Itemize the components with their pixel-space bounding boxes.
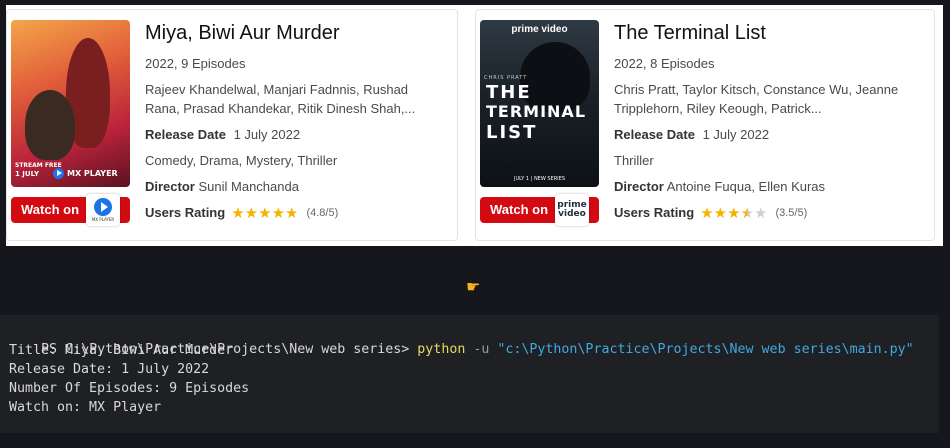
- director-label: Director: [145, 179, 195, 194]
- poster-tag-2: 1 JULY: [15, 170, 40, 178]
- series-info: Miya, Biwi Aur Murder 2022, 9 Episodes R…: [145, 20, 445, 223]
- series-genres: Thriller: [614, 153, 654, 168]
- series-genres: Comedy, Drama, Mystery, Thriller: [145, 153, 338, 168]
- mx-player-logo[interactable]: MX PLAYER: [86, 194, 120, 226]
- release-date-value: 1 July 2022: [233, 127, 301, 142]
- series-card-miya[interactable]: STREAM FREE 1 JULY MX PLAYER Watch on MX…: [6, 9, 458, 241]
- poster-brand: prime video: [511, 24, 568, 35]
- users-rating-row: Users Rating ★ ★ ★ ★ ★ (3.5/5): [614, 203, 914, 223]
- star-icon: ★: [727, 204, 741, 222]
- poster-figure-man: [25, 90, 75, 160]
- terminal-command: python: [417, 342, 466, 357]
- users-rating-row: Users Rating ★ ★ ★ ★ ★ (4.8/5): [145, 203, 445, 223]
- star-icon: ★: [754, 204, 768, 222]
- series-year-episodes: 2022, 9 Episodes: [145, 56, 246, 71]
- provider-line-2: video: [558, 209, 586, 219]
- director-row: Director Sunil Manchanda: [145, 177, 445, 197]
- release-date-row: Release Date 1 July 2022: [145, 125, 445, 145]
- provider-small-text: MX PLAYER: [91, 217, 115, 222]
- poster-title-line-3: LIST: [486, 122, 538, 143]
- prime-video-logo[interactable]: prime video: [555, 194, 589, 226]
- terminal-command-line: PS C:\Python\Practice\Projects\New web s…: [9, 321, 914, 357]
- series-title[interactable]: Miya, Biwi Aur Murder: [145, 20, 445, 46]
- star-icon: ★: [244, 204, 259, 222]
- star-icon: ★: [258, 204, 272, 222]
- movie-cards-panel: STREAM FREE 1 JULY MX PLAYER Watch on MX…: [6, 5, 943, 246]
- director-value: Antoine Fuqua, Ellen Kuras: [666, 179, 826, 194]
- star-icon: ★: [285, 204, 299, 222]
- director-label: Director: [614, 179, 664, 194]
- series-year-episodes: 2022, 8 Episodes: [614, 56, 715, 71]
- series-cast: Rajeev Khandelwal, Manjari Fadnnis, Rush…: [145, 82, 416, 116]
- terminal-output-line: Title: Miya, Biwi Aur Murder: [9, 343, 234, 358]
- pointer-hand-icon: ☛: [466, 277, 481, 296]
- watch-on-button[interactable]: Watch on prime video: [480, 194, 599, 226]
- terminal-output-line: Watch on: MX Player: [9, 400, 162, 415]
- series-info: The Terminal List 2022, 8 Episodes Chris…: [614, 20, 914, 223]
- poster-footer: JULY 1 | NEW SERIES: [514, 176, 565, 182]
- poster-brand: MX PLAYER: [53, 168, 118, 179]
- rating-value: (4.8/5): [306, 207, 339, 219]
- terminal-output-line: Number Of Episodes: 9 Episodes: [9, 381, 250, 396]
- release-date-row: Release Date 1 July 2022: [614, 125, 914, 145]
- terminal-argument: "c:\Python\Practice\Projects\New web ser…: [497, 342, 914, 357]
- terminal-flag: -u: [465, 342, 498, 357]
- star-icon: ★: [740, 204, 755, 222]
- rating-stars: ★ ★ ★ ★ ★: [231, 206, 298, 221]
- watch-on-button[interactable]: Watch on MX PLAYER: [11, 194, 130, 226]
- users-rating-label: Users Rating: [145, 205, 226, 220]
- rating-value: (3.5/5): [775, 207, 808, 219]
- series-title[interactable]: The Terminal List: [614, 20, 914, 46]
- release-date-value: 1 July 2022: [702, 127, 770, 142]
- director-value: Sunil Manchanda: [198, 179, 299, 194]
- terminal-output-line: Release Date: 1 July 2022: [9, 362, 210, 377]
- users-rating-label: Users Rating: [614, 205, 695, 220]
- star-icon: ★: [231, 204, 245, 222]
- play-icon: [53, 168, 64, 179]
- release-date-label: Release Date: [614, 127, 695, 142]
- director-row: Director Antoine Fuqua, Ellen Kuras: [614, 177, 914, 197]
- poster-title-line-2: TERMINAL: [486, 102, 587, 121]
- rating-stars: ★ ★ ★ ★ ★: [700, 206, 767, 221]
- series-card-terminal-list[interactable]: prime video CHRIS PRATT THE TERMINAL LIS…: [475, 9, 935, 241]
- play-icon: [94, 198, 112, 216]
- watch-on-label: Watch on: [21, 202, 80, 217]
- terminal-panel[interactable]: PS C:\Python\Practice\Projects\New web s…: [0, 315, 939, 433]
- poster-actor: CHRIS PRATT: [484, 75, 528, 81]
- series-cast: Chris Pratt, Taylor Kitsch, Constance Wu…: [614, 82, 899, 116]
- star-icon: ★: [700, 204, 714, 222]
- poster-miya[interactable]: STREAM FREE 1 JULY MX PLAYER: [11, 20, 130, 187]
- star-icon: ★: [713, 204, 728, 222]
- watch-on-label: Watch on: [490, 202, 549, 217]
- poster-terminal-list[interactable]: prime video CHRIS PRATT THE TERMINAL LIS…: [480, 20, 599, 187]
- release-date-label: Release Date: [145, 127, 226, 142]
- star-icon: ★: [271, 204, 286, 222]
- poster-title-line-1: THE: [486, 82, 532, 103]
